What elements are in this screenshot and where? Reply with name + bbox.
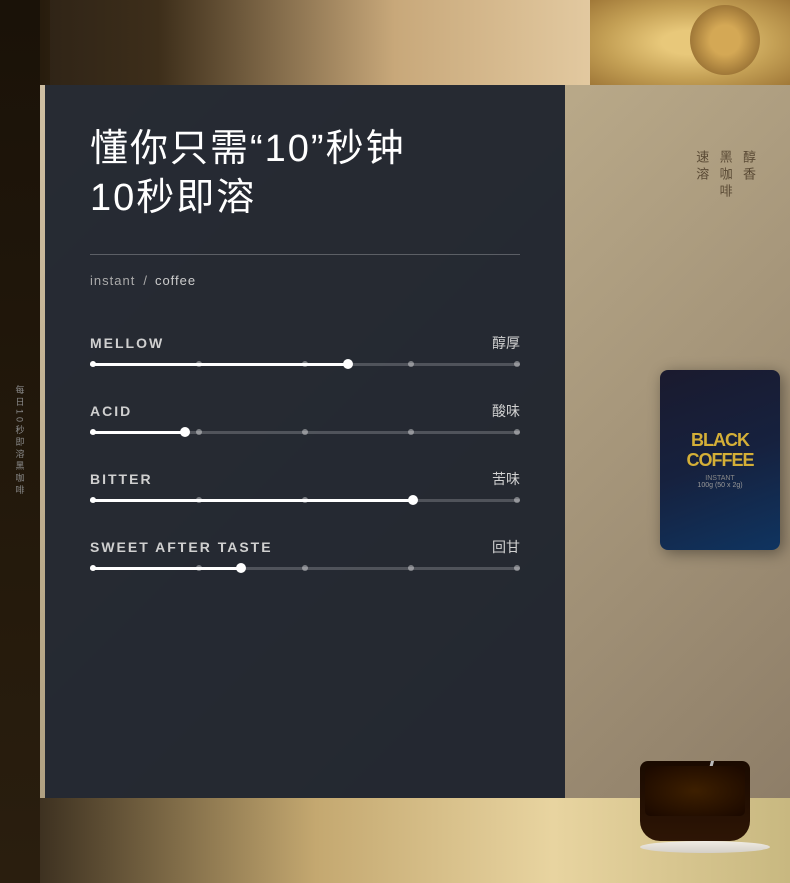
slider-dot-2 xyxy=(196,361,202,367)
flavor-header-bitter: BITTER 苦味 xyxy=(90,469,520,489)
subtitle-slash: / xyxy=(143,273,147,288)
slider-dot-2 xyxy=(196,429,202,435)
right-text-line1: 醇香 xyxy=(741,150,756,184)
flavor-row-mellow: MELLOW 醇厚 xyxy=(90,333,520,366)
slider-dot-3 xyxy=(302,565,308,571)
flavor-label-en-sweet_after_taste: SWEET AFTER TASTE xyxy=(90,539,273,555)
flavor-label-cn-sweet_after_taste: 回甘 xyxy=(492,537,520,557)
flavor-label-en-acid: ACID xyxy=(90,403,132,419)
top-cup-decoration xyxy=(690,5,760,75)
flavor-row-sweet_after_taste: SWEET AFTER TASTE 回甘 xyxy=(90,537,520,570)
right-product-area: BLACK COFFEE INSTANT 100g (50 x 2g) xyxy=(550,350,790,883)
right-text-line2: 黑咖啡 xyxy=(718,150,733,201)
subtitle-coffee: coffee xyxy=(155,273,196,288)
flavor-label-en-mellow: MELLOW xyxy=(90,335,164,351)
main-title-line2: 10秒即溶 xyxy=(90,174,520,223)
flavor-header-mellow: MELLOW 醇厚 xyxy=(90,333,520,353)
right-text-line3: 速溶 xyxy=(694,150,709,184)
slider-dot-5 xyxy=(514,565,520,571)
slider-dot-1 xyxy=(90,361,96,367)
slider-dot-3 xyxy=(302,361,308,367)
product-subtext: INSTANT xyxy=(705,475,734,482)
slider-dot-4 xyxy=(408,565,414,571)
cup-body xyxy=(640,761,750,841)
title-divider xyxy=(90,254,520,255)
left-sidebar: 每日10秒即溶黑咖啡 xyxy=(0,0,40,883)
slider-track-acid xyxy=(90,431,520,434)
slider-track-sweet_after_taste xyxy=(90,567,520,570)
slider-dot-2 xyxy=(196,497,202,503)
main-title: 懂你只需“10”秒钟 10秒即溶 xyxy=(90,125,520,224)
flavor-header-acid: ACID 酸味 xyxy=(90,401,520,421)
flavor-label-en-bitter: BITTER xyxy=(90,471,153,487)
flavor-label-cn-acid: 酸味 xyxy=(492,401,520,421)
right-vertical-text: 醇香 黑咖啡 速溶 xyxy=(690,150,760,201)
slider-dot-3 xyxy=(302,429,308,435)
product-amount: 100g (50 x 2g) xyxy=(697,482,742,489)
slider-dot-1 xyxy=(90,565,96,571)
product-name-line1: BLACK xyxy=(691,431,749,451)
slider-dot-4 xyxy=(408,497,414,503)
slider-dot-1 xyxy=(90,497,96,503)
slider-track-mellow xyxy=(90,363,520,366)
slider-track-bitter xyxy=(90,499,520,502)
slider-dots-sweet_after_taste xyxy=(90,565,520,571)
left-sidebar-text: 每日10秒即溶黑咖啡 xyxy=(14,385,27,497)
slider-dot-5 xyxy=(514,429,520,435)
coffee-cup-illustration xyxy=(640,761,770,853)
slider-dot-4 xyxy=(408,361,414,367)
cup-saucer xyxy=(640,841,770,853)
slider-dots-mellow xyxy=(90,361,520,367)
flavor-row-bitter: BITTER 苦味 xyxy=(90,469,520,502)
flavor-label-cn-bitter: 苦味 xyxy=(492,469,520,489)
flavor-header-sweet_after_taste: SWEET AFTER TASTE 回甘 xyxy=(90,537,520,557)
product-name-line2: COFFEE xyxy=(686,451,753,471)
slider-dot-5 xyxy=(514,497,520,503)
slider-dot-5 xyxy=(514,361,520,367)
slider-dot-1 xyxy=(90,429,96,435)
subtitle-row: instant / coffee xyxy=(90,273,520,288)
slider-dot-3 xyxy=(302,497,308,503)
slider-dot-2 xyxy=(196,565,202,571)
main-title-line1: 懂你只需“10”秒钟 xyxy=(90,125,520,174)
slider-dots-acid xyxy=(90,429,520,435)
flavor-row-acid: ACID 酸味 xyxy=(90,401,520,434)
slider-dots-bitter xyxy=(90,497,520,503)
flavor-label-cn-mellow: 醇厚 xyxy=(492,333,520,353)
subtitle-instant: instant xyxy=(90,273,135,288)
flavors-container: MELLOW 醇厚 ACID 酸味 xyxy=(90,333,520,570)
cup-liquid xyxy=(645,766,745,816)
top-image-strip xyxy=(0,0,790,85)
main-card: 懂你只需“10”秒钟 10秒即溶 instant / coffee MELLOW… xyxy=(45,85,565,798)
slider-dot-4 xyxy=(408,429,414,435)
product-package: BLACK COFFEE INSTANT 100g (50 x 2g) xyxy=(660,370,780,550)
